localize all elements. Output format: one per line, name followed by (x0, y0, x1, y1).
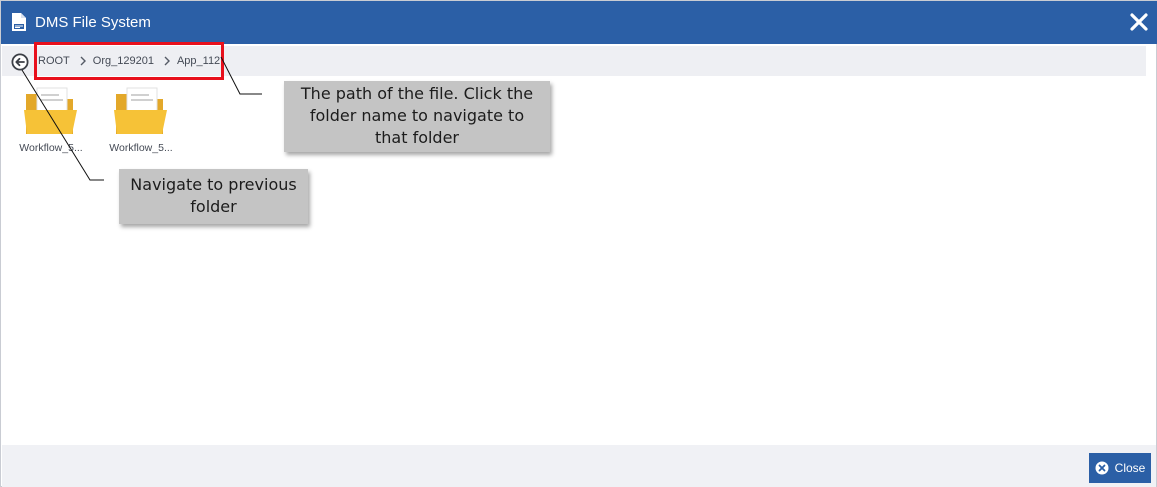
close-button[interactable]: Close (1089, 453, 1151, 483)
back-arrow-icon[interactable] (11, 53, 29, 71)
back-callout-line: Navigate to previous (130, 175, 297, 194)
close-button-label: Close (1114, 461, 1146, 475)
folder-item[interactable]: Workflow_5... (101, 86, 181, 154)
path-callout-line: folder name to navigate to (309, 106, 525, 125)
title-bar: DMS File System (1, 1, 1157, 44)
window-title: DMS File System (35, 14, 151, 31)
close-icon[interactable] (1128, 11, 1150, 33)
back-callout: Navigate to previous folder (119, 169, 308, 224)
path-callout-line: that folder (374, 128, 460, 147)
path-callout-line: The path of the file. Click the (300, 84, 534, 103)
folder-label: Workflow_5... (109, 142, 173, 154)
close-circle-icon (1095, 461, 1109, 475)
folder-icon (114, 87, 167, 134)
breadcrumb-highlight-box (34, 42, 224, 80)
folder-icon (24, 87, 77, 134)
path-callout: The path of the file. Click the folder n… (284, 81, 550, 152)
back-callout-line: folder (190, 197, 237, 216)
folder-item[interactable]: Workflow_5... (11, 86, 91, 154)
folder-label: Workflow_5... (19, 142, 83, 154)
dialog-footer: Close (2, 445, 1156, 487)
file-icon (12, 13, 26, 31)
